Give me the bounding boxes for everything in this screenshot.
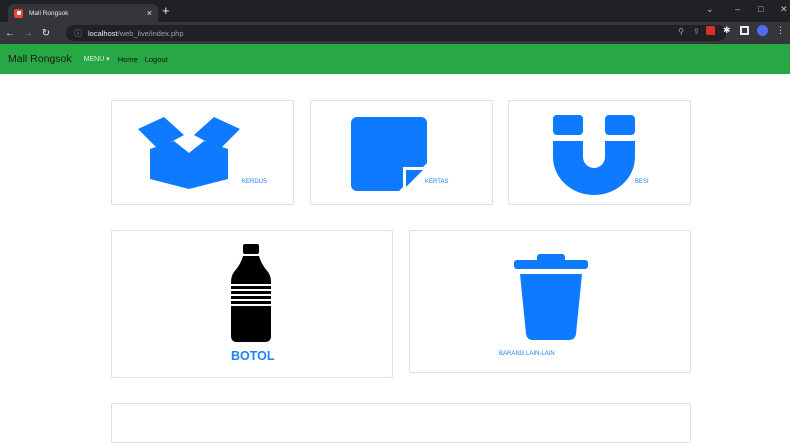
profile-avatar[interactable] bbox=[757, 25, 768, 36]
address-bar[interactable]: ⓘ localhost /web_live/index.php ⚲ ⇪ ☆ bbox=[66, 25, 726, 41]
browser-menu-icon[interactable]: ⋮ bbox=[776, 26, 785, 35]
category-label: KERDUS bbox=[242, 179, 268, 185]
category-label: BARANG LAIN-LAIN bbox=[499, 351, 555, 357]
category-card-kerdus[interactable]: KERDUS bbox=[111, 100, 294, 205]
nav-home-link[interactable]: Home bbox=[118, 55, 138, 64]
trash-icon bbox=[514, 254, 588, 340]
category-card-besi[interactable]: BESI bbox=[508, 100, 691, 205]
forward-icon[interactable]: → bbox=[20, 28, 36, 39]
box-icon bbox=[138, 117, 240, 189]
magnet-icon bbox=[553, 115, 635, 195]
category-card-botol[interactable]: BOTOL bbox=[111, 230, 393, 378]
extension-icon[interactable] bbox=[706, 26, 715, 35]
extensions-puzzle-icon[interactable]: ✱ bbox=[723, 26, 732, 35]
browser-tabstrip: Mall Rongsok × + ⌄ – □ ✕ bbox=[0, 0, 790, 22]
browser-toolbar: ← → ↻ ⓘ localhost /web_live/index.php ⚲ … bbox=[0, 22, 790, 44]
category-label: KERTAS bbox=[425, 179, 449, 185]
url-host: localhost bbox=[88, 28, 118, 38]
app-navbar: Mall Rongsok MENU ▾ Home Logout bbox=[0, 44, 790, 74]
share-icon[interactable]: ⇪ bbox=[693, 27, 700, 36]
side-panel-icon[interactable] bbox=[740, 26, 749, 35]
menu-dropdown[interactable]: MENU ▾ bbox=[84, 55, 110, 63]
bottle-icon bbox=[231, 244, 271, 342]
maximize-button[interactable]: □ bbox=[758, 4, 763, 14]
close-window-button[interactable]: ✕ bbox=[780, 4, 788, 14]
tab-close-button[interactable]: × bbox=[147, 8, 152, 18]
reload-icon[interactable]: ↻ bbox=[38, 28, 54, 39]
site-info-icon[interactable]: ⓘ bbox=[74, 28, 82, 39]
category-card-barang-lain-lain[interactable]: BARANG LAIN-LAIN bbox=[409, 230, 691, 373]
zoom-icon[interactable]: ⚲ bbox=[678, 27, 684, 36]
category-label: BESI bbox=[635, 179, 649, 185]
nav-logout-link[interactable]: Logout bbox=[145, 55, 168, 64]
category-label: BOTOL bbox=[231, 349, 275, 363]
paper-icon bbox=[351, 117, 427, 191]
tab-search-icon[interactable]: ⌄ bbox=[706, 4, 714, 14]
category-card-kertas[interactable]: KERTAS bbox=[310, 100, 493, 205]
url-path: /web_live/index.php bbox=[117, 28, 184, 38]
back-icon[interactable]: ← bbox=[2, 28, 18, 39]
browser-tab[interactable]: Mall Rongsok × bbox=[8, 4, 158, 22]
brand-title[interactable]: Mall Rongsok bbox=[8, 53, 72, 65]
tab-title: Mall Rongsok bbox=[29, 9, 69, 17]
new-tab-button[interactable]: + bbox=[162, 4, 170, 17]
minimize-button[interactable]: – bbox=[735, 4, 740, 14]
category-card-partial[interactable] bbox=[111, 403, 691, 443]
favicon-icon bbox=[14, 8, 23, 18]
